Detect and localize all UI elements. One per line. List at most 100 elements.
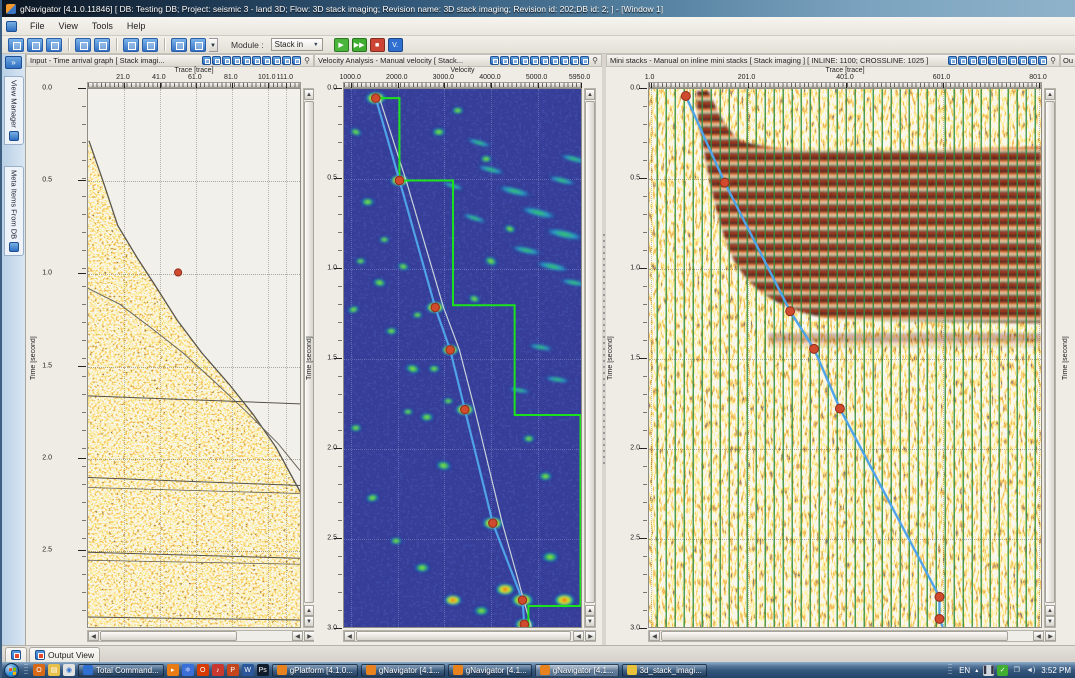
module-select[interactable]: Stack in ▼ — [271, 38, 323, 51]
scroll-arrow[interactable]: ◀ — [88, 631, 99, 641]
start-button[interactable] — [4, 663, 19, 678]
sidebar-tab-view-manager[interactable]: View Manager — [4, 76, 24, 145]
scroll-arrow[interactable]: ◀ — [573, 631, 584, 641]
clock[interactable]: 3:52 PM — [1041, 666, 1071, 675]
event-pick-point[interactable] — [935, 592, 944, 601]
office-icon[interactable]: O — [197, 664, 209, 676]
panel-crosshair-button[interactable] — [1008, 56, 1017, 65]
toolbar-refresh-view-button[interactable] — [142, 38, 158, 52]
pick-point[interactable] — [175, 269, 182, 276]
panel-zoom-in-button[interactable] — [510, 56, 519, 65]
event-pick-line[interactable] — [686, 96, 943, 627]
output-view-tab[interactable]: Output View — [29, 647, 100, 662]
pin-icon[interactable]: ⚲ — [304, 56, 310, 65]
taskbar-window-button[interactable]: gNavigator [4.1... — [535, 664, 619, 677]
taskbar-window-button[interactable]: gNavigator [4.1... — [448, 664, 532, 677]
panel-dock-button[interactable] — [282, 56, 291, 65]
language-indicator[interactable]: EN — [959, 666, 970, 675]
vertical-scrollbar[interactable]: ▲▲▼ — [1044, 88, 1056, 628]
toolbar-save-view-button[interactable] — [27, 38, 43, 52]
horizontal-scrollbar[interactable]: ◀◀▶ — [648, 630, 1056, 642]
taskbar-window-button[interactable]: gPlatform [4.1.0... — [272, 664, 358, 677]
velocity-pick-point[interactable] — [461, 405, 470, 414]
scroll-thumb[interactable] — [100, 631, 237, 641]
vertical-scrollbar[interactable]: ▲▲▼ — [584, 88, 596, 628]
media-player-icon[interactable]: ▸ — [167, 664, 179, 676]
tray-usb-icon[interactable]: ▌▐ — [983, 665, 994, 676]
panel-fit-button[interactable] — [530, 56, 539, 65]
layout-dropdown-arrow[interactable]: ▼ — [209, 38, 218, 52]
scroll-arrow[interactable]: ◀ — [292, 631, 303, 641]
panel-header[interactable]: Input - Time arrival graph [ Stack imagi… — [26, 54, 314, 67]
itunes-icon[interactable]: ♪ — [212, 664, 224, 676]
panel-zoom-in-button[interactable] — [968, 56, 977, 65]
menu-file[interactable]: File — [23, 19, 52, 33]
velocity-pick-point[interactable] — [395, 176, 404, 185]
panel-maximize-button[interactable] — [292, 56, 301, 65]
panel-header[interactable]: Mini stacks - Manual on inline mini stac… — [606, 54, 1060, 67]
panel-snapshot-button[interactable] — [560, 56, 569, 65]
panel-dock-button[interactable] — [1028, 56, 1037, 65]
messenger-icon[interactable]: ⚛ — [182, 664, 194, 676]
menu-view[interactable]: View — [52, 19, 85, 33]
scroll-arrow[interactable]: ◀ — [344, 631, 355, 641]
velocity-pick-point[interactable] — [446, 346, 455, 355]
panel-pan-button[interactable] — [252, 56, 261, 65]
toolbar-nav-back-button[interactable] — [94, 38, 110, 52]
tray-volume-icon[interactable]: ◄) — [1025, 665, 1036, 676]
event-pick-point[interactable] — [935, 614, 944, 623]
panel-dock-button[interactable] — [570, 56, 579, 65]
velocity-pick-point[interactable] — [520, 620, 529, 627]
scroll-thumb[interactable] — [1045, 101, 1055, 603]
scroll-arrow[interactable]: ◀ — [649, 631, 660, 641]
panel-sync-button[interactable] — [490, 56, 499, 65]
panel-fit-button[interactable] — [988, 56, 997, 65]
tray-updates-icon[interactable]: ✓ — [997, 665, 1008, 676]
folder-icon[interactable]: ▤ — [48, 664, 60, 676]
panel-settings-button[interactable] — [212, 56, 221, 65]
scroll-arrow[interactable]: ▶ — [1045, 631, 1056, 641]
toolbar-run-button[interactable]: ▶ — [334, 38, 349, 52]
scroll-thumb[interactable] — [661, 631, 1008, 641]
scroll-arrow[interactable]: ▲ — [1045, 605, 1055, 616]
panel-pan-button[interactable] — [540, 56, 549, 65]
taskbar-window-button[interactable]: 3d_stack_imagi... — [622, 664, 707, 677]
panel-zoom-out-button[interactable] — [520, 56, 529, 65]
toolbar-link-views-button[interactable] — [46, 38, 62, 52]
panel-crosshair-button[interactable] — [550, 56, 559, 65]
panel-maximize-button[interactable] — [580, 56, 589, 65]
powerpoint-icon[interactable]: P — [227, 664, 239, 676]
toolbar-tile-views-button[interactable] — [75, 38, 91, 52]
scroll-arrow[interactable]: ◀ — [1033, 631, 1044, 641]
panel-zoom-in-button[interactable] — [222, 56, 231, 65]
sidebar-tab-meta-items[interactable]: Meta Items From DB — [4, 166, 24, 256]
panel-zoom-out-button[interactable] — [232, 56, 241, 65]
seismic-trace-plot[interactable] — [87, 88, 301, 628]
panel-settings-button[interactable] — [500, 56, 509, 65]
scroll-arrow[interactable]: ▲ — [1045, 89, 1055, 100]
scroll-arrow[interactable]: ▶ — [585, 631, 596, 641]
event-pick-point[interactable] — [835, 404, 844, 413]
photoshop-icon[interactable]: Ps — [257, 664, 269, 676]
velocity-pick-point[interactable] — [371, 94, 380, 103]
menu-tools[interactable]: Tools — [85, 19, 120, 33]
horizontal-scrollbar[interactable]: ◀◀▶ — [343, 630, 596, 642]
chrome-icon[interactable]: ◉ — [63, 664, 75, 676]
taskbar-window-button[interactable]: Total Command... — [78, 664, 164, 677]
toolbar-velocity-tool-button[interactable]: V. — [388, 38, 403, 52]
tray-expand-arrow[interactable]: ▴ — [975, 667, 978, 674]
panel-sync-button[interactable] — [202, 56, 211, 65]
velocity-pick-point[interactable] — [431, 303, 440, 312]
scroll-arrow[interactable]: ▼ — [585, 616, 595, 627]
scroll-thumb[interactable] — [356, 631, 571, 641]
title-bar[interactable]: gNavigator [4.1.0.11846] [ DB: Testing D… — [2, 0, 1075, 17]
scroll-arrow[interactable]: ▲ — [585, 605, 595, 616]
velocity-semblance-plot[interactable] — [343, 88, 582, 628]
scroll-arrow[interactable]: ▼ — [1045, 616, 1055, 627]
view-tab-collapsed[interactable] — [5, 647, 27, 662]
panel-settings-button[interactable] — [958, 56, 967, 65]
pin-icon[interactable]: ⚲ — [1050, 56, 1056, 65]
taskbar-window-button[interactable]: gNavigator [4.1... — [361, 664, 445, 677]
event-pick-point[interactable] — [810, 344, 819, 353]
scroll-arrow[interactable]: ▲ — [585, 89, 595, 100]
